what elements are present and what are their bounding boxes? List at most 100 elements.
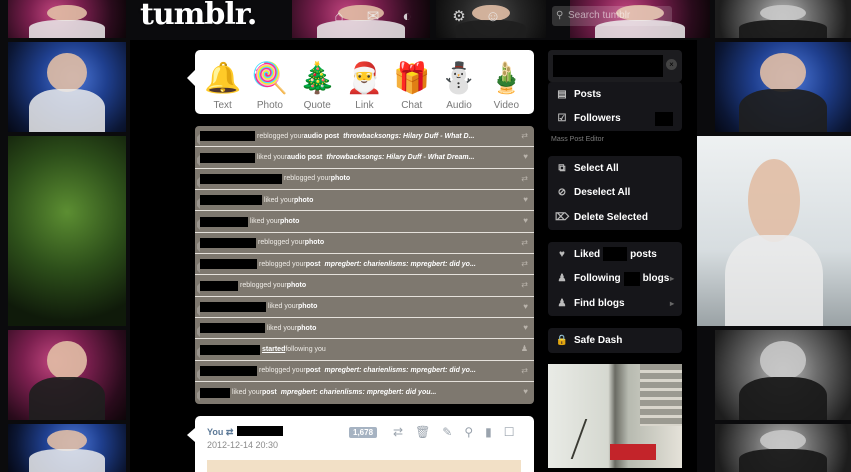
- gear-icon[interactable]: ⚙: [450, 7, 468, 25]
- background-photo: [8, 42, 126, 132]
- background-photo: [715, 330, 851, 420]
- gift-icon: 🎁: [393, 62, 431, 95]
- redacted-username: [200, 365, 257, 376]
- delete-selected-button[interactable]: ⌦ Delete Selected: [548, 205, 682, 230]
- heart-icon: ♥: [523, 323, 528, 333]
- sidebar-item-posts[interactable]: ▤ Posts: [548, 82, 682, 107]
- home-icon[interactable]: ⌂: [330, 8, 348, 25]
- bookmark-icon[interactable]: ▮: [485, 425, 492, 439]
- notification-action: liked your: [267, 324, 297, 332]
- notification-object[interactable]: audio post: [304, 133, 339, 140]
- checkbox-icon[interactable]: ☐: [504, 425, 515, 439]
- notification-object[interactable]: photo: [305, 239, 324, 246]
- reblog-icon: ⇄: [521, 280, 528, 290]
- notification-row[interactable]: reblogged your post mpregbert: charienlis…: [195, 361, 534, 383]
- notification-object[interactable]: post: [306, 261, 321, 268]
- own-post: You ⇄ 2012-12-14 20:30 1,678 ⇄ 🗑 ✎ ⚲ ▮ ☐: [187, 416, 534, 472]
- notification-row[interactable]: reblogged your audio post throwbacksongs:…: [195, 126, 534, 148]
- post-type-quote[interactable]: 🎄 Quote: [295, 60, 339, 111]
- post-type-label: Quote: [303, 100, 331, 111]
- notification-object[interactable]: photo: [298, 303, 317, 310]
- find-blogs-icon: ♟: [557, 297, 567, 309]
- sidebar-item-following[interactable]: ♟ Following blogs ▸: [548, 267, 682, 292]
- notification-row[interactable]: liked your post mpregbert: charienlisms: …: [195, 382, 534, 403]
- chevron-right-icon: ▸: [669, 274, 674, 284]
- redacted-username: [200, 323, 265, 334]
- redacted-username: [200, 173, 282, 184]
- notification-action[interactable]: started: [262, 346, 285, 353]
- notification-object: following you: [285, 346, 326, 354]
- snowman-icon: ⛄: [440, 62, 478, 95]
- reblog-icon: ⇄: [521, 131, 528, 140]
- notification-object[interactable]: photo: [287, 282, 306, 289]
- background-photo: [715, 42, 851, 132]
- followers-count: [655, 111, 673, 126]
- post-type-video[interactable]: 🎍 Video: [484, 60, 528, 111]
- post-type-chat[interactable]: 🎁 Chat: [390, 60, 434, 111]
- sidebar-search: ×: [548, 50, 682, 82]
- notification-row[interactable]: liked your photo ♥: [195, 190, 534, 212]
- notification-row[interactable]: reblogged your post mpregbert: charienlis…: [195, 254, 534, 276]
- post-author-label[interactable]: You ⇄: [207, 427, 233, 438]
- redacted-username: [200, 195, 262, 206]
- notification-row[interactable]: reblogged your photo ⇄: [195, 275, 534, 297]
- wreath-icon: 🎍: [487, 62, 525, 95]
- notification-row[interactable]: reblogged your photo ⇄: [195, 169, 534, 191]
- heart-icon: ♥: [523, 195, 528, 205]
- search-icon[interactable]: ⚲: [464, 425, 473, 439]
- safe-dash-toggle[interactable]: 🔒 Safe Dash: [548, 328, 682, 353]
- notification-object[interactable]: photo: [294, 197, 313, 204]
- mail-icon[interactable]: ✉: [364, 7, 382, 25]
- document-icon: ▤: [557, 88, 567, 100]
- delete-icon[interactable]: 🗑: [415, 425, 430, 439]
- mass-post-editor-link[interactable]: Mass Post Editor: [551, 136, 604, 143]
- notification-row[interactable]: liked your photo ♥: [195, 211, 534, 233]
- notification-action: liked your: [250, 218, 280, 226]
- notification-object[interactable]: audio post: [287, 154, 322, 161]
- reblog-icon[interactable]: ⇄: [393, 425, 403, 439]
- christmas-tree-icon: 🎄: [298, 62, 336, 95]
- post-type-audio[interactable]: ⛄ Audio: [437, 60, 481, 111]
- post-type-label: Text: [213, 100, 232, 111]
- tumblr-logo[interactable]: tumblr.: [140, 0, 257, 32]
- search-input[interactable]: ⚲ Search tumblr: [552, 6, 672, 26]
- redacted-username: [200, 344, 260, 355]
- notification-row[interactable]: liked your photo ♥: [195, 318, 534, 340]
- select-all-icon: ⧉: [558, 162, 566, 174]
- liked-count: [603, 247, 628, 262]
- user-icon[interactable]: ☺: [484, 8, 502, 25]
- notification-object[interactable]: post: [306, 367, 321, 374]
- post-type-photo[interactable]: 🍭 Photo: [248, 60, 292, 111]
- heart-icon: ♥: [559, 248, 565, 260]
- notification-row[interactable]: reblogged your photo ⇄: [195, 233, 534, 255]
- post-type-link[interactable]: 🎅 Link: [342, 60, 386, 111]
- notification-action: liked your: [268, 303, 298, 311]
- sidebar-item-liked[interactable]: ♥ Liked posts: [548, 242, 682, 267]
- notification-object[interactable]: photo: [331, 175, 350, 182]
- sidebar-item-find-blogs[interactable]: ♟ Find blogs ▸: [548, 291, 682, 316]
- notification-row[interactable]: liked your photo ♥: [195, 297, 534, 319]
- photo-building: [640, 364, 682, 426]
- blog-menu: ▤ Posts ☑ Followers: [548, 82, 682, 131]
- reblog-icon: ⇄: [521, 237, 528, 247]
- sidebar-search-input[interactable]: [553, 55, 663, 77]
- compass-icon[interactable]: ◐: [398, 8, 416, 25]
- clear-icon[interactable]: ×: [666, 59, 677, 70]
- notification-row[interactable]: started following you ♟: [195, 339, 534, 361]
- notes-count-badge[interactable]: 1,678: [349, 427, 378, 438]
- post-type-text[interactable]: 🔔 Text: [201, 60, 245, 111]
- select-all-button[interactable]: ⧉ Select All: [548, 156, 682, 181]
- safe-dash-menu: 🔒 Safe Dash: [548, 328, 682, 353]
- sidebar-item-followers[interactable]: ☑ Followers: [548, 107, 682, 132]
- notification-row[interactable]: liked your audio post throwbacksongs: Hil…: [195, 147, 534, 169]
- notification-object[interactable]: photo: [297, 325, 316, 332]
- deselect-icon: ⊘: [557, 187, 567, 199]
- edit-icon[interactable]: ✎: [442, 425, 452, 439]
- heart-icon: ♥: [523, 152, 528, 162]
- notification-object[interactable]: post: [262, 389, 277, 396]
- deselect-all-button[interactable]: ⊘ Deselect All: [548, 181, 682, 206]
- candy-cane-icon: 🍭: [251, 62, 289, 95]
- notification-action: reblogged your: [259, 367, 306, 375]
- redacted-username: [200, 131, 255, 142]
- notification-object[interactable]: photo: [280, 218, 299, 225]
